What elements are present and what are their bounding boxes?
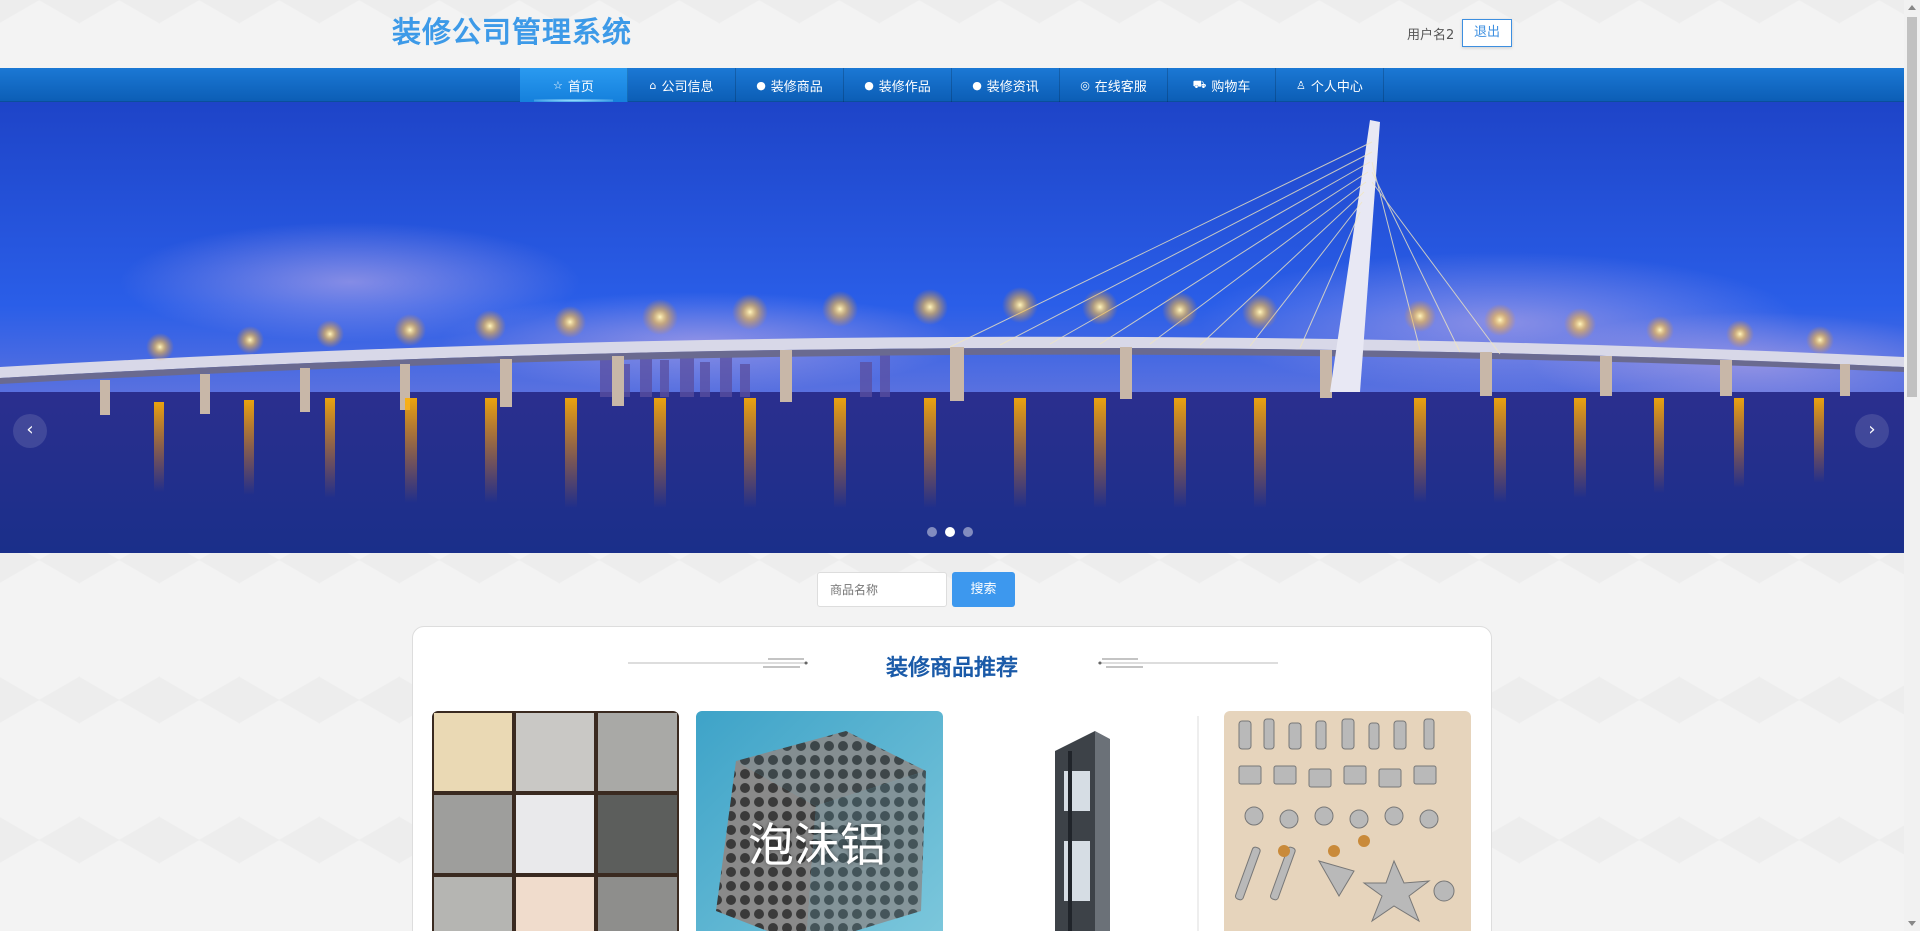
nav-item-works[interactable]: ● 装修作品 bbox=[844, 68, 952, 102]
headset-icon: ◎ bbox=[1080, 78, 1090, 92]
product-card-tiles[interactable] bbox=[432, 711, 679, 931]
nav-item-company-info[interactable]: ⌂ 公司信息 bbox=[628, 68, 736, 102]
nav-item-home[interactable]: ☆ 首页 bbox=[520, 68, 628, 102]
product-search-input[interactable] bbox=[817, 572, 947, 607]
nav-item-label: 公司信息 bbox=[661, 79, 714, 95]
scroll-up-arrow-icon[interactable] bbox=[1908, 5, 1916, 10]
carousel-dot[interactable] bbox=[963, 527, 973, 537]
nav-item-products[interactable]: ● 装修商品 bbox=[736, 68, 844, 102]
nav-item-label: 在线客服 bbox=[1094, 79, 1147, 95]
banner-carousel[interactable]: ‹ › bbox=[0, 102, 1904, 553]
banner-image bbox=[0, 102, 1904, 553]
nav-item-label: 装修资讯 bbox=[986, 79, 1039, 95]
product-image bbox=[432, 711, 679, 931]
username: 用户名2 bbox=[1407, 28, 1455, 43]
info-icon: ● bbox=[972, 78, 982, 92]
carousel-indicators bbox=[927, 527, 973, 537]
logout-button[interactable]: 退出 bbox=[1462, 19, 1512, 47]
nav-item-label: 个人中心 bbox=[1310, 79, 1363, 95]
site-title: 装修公司管理系统 bbox=[392, 15, 633, 49]
carousel-dot[interactable] bbox=[927, 527, 937, 537]
product-image bbox=[1224, 711, 1471, 931]
nav-item-label: 装修商品 bbox=[770, 79, 823, 95]
carousel-next-button[interactable]: › bbox=[1855, 414, 1889, 448]
nav-item-label: 首页 bbox=[567, 79, 594, 95]
main-nav: ☆ 首页 ⌂ 公司信息 ● 装修商品 ● 装修作品 ● 装修资讯 ◎ 在线客服 bbox=[0, 68, 1904, 102]
carousel-dot-active[interactable] bbox=[945, 527, 955, 537]
scroll-down-arrow-icon[interactable] bbox=[1908, 921, 1916, 926]
product-card-hardware-fittings[interactable] bbox=[1224, 711, 1471, 931]
product-card-foam-aluminum[interactable]: 泡沫铝 bbox=[696, 711, 943, 931]
nav-item-label: 装修作品 bbox=[878, 79, 931, 95]
nav-item-cart[interactable]: ⛟ 购物车 bbox=[1168, 68, 1276, 102]
page-scrollbar[interactable] bbox=[1904, 0, 1920, 931]
cart-icon: ⛟ bbox=[1192, 77, 1207, 91]
scroll-thumb[interactable] bbox=[1907, 17, 1917, 397]
user-icon: ♙ bbox=[1296, 78, 1306, 92]
recommend-panel: 装修商品推荐 泡沫铝 bbox=[412, 626, 1492, 931]
nav-item-support[interactable]: ◎ 在线客服 bbox=[1060, 68, 1168, 102]
page: 装修公司管理系统 用户名2 退出 ☆ 首页 ⌂ 公司信息 ● 装修商品 ● 装修… bbox=[0, 0, 1904, 931]
question-icon: ● bbox=[864, 78, 874, 92]
star-icon: ☆ bbox=[553, 78, 563, 92]
carousel-prev-button[interactable]: ‹ bbox=[13, 414, 47, 448]
bag-icon: ⌂ bbox=[649, 78, 657, 92]
product-image bbox=[960, 711, 1207, 931]
product-card-window-profile[interactable] bbox=[960, 711, 1207, 931]
header: 装修公司管理系统 用户名2 退出 bbox=[0, 0, 1904, 68]
title-decoration-right bbox=[1098, 658, 1278, 668]
nav-item-news[interactable]: ● 装修资讯 bbox=[952, 68, 1060, 102]
nav-item-profile[interactable]: ♙ 个人中心 bbox=[1276, 68, 1384, 102]
section-title: 装修商品推荐 bbox=[885, 656, 1018, 681]
info-icon: ● bbox=[756, 78, 766, 92]
nav-item-label: 购物车 bbox=[1211, 79, 1251, 95]
search-button[interactable]: 搜索 bbox=[952, 572, 1015, 607]
product-overlay-text: 泡沫铝 bbox=[748, 818, 886, 872]
